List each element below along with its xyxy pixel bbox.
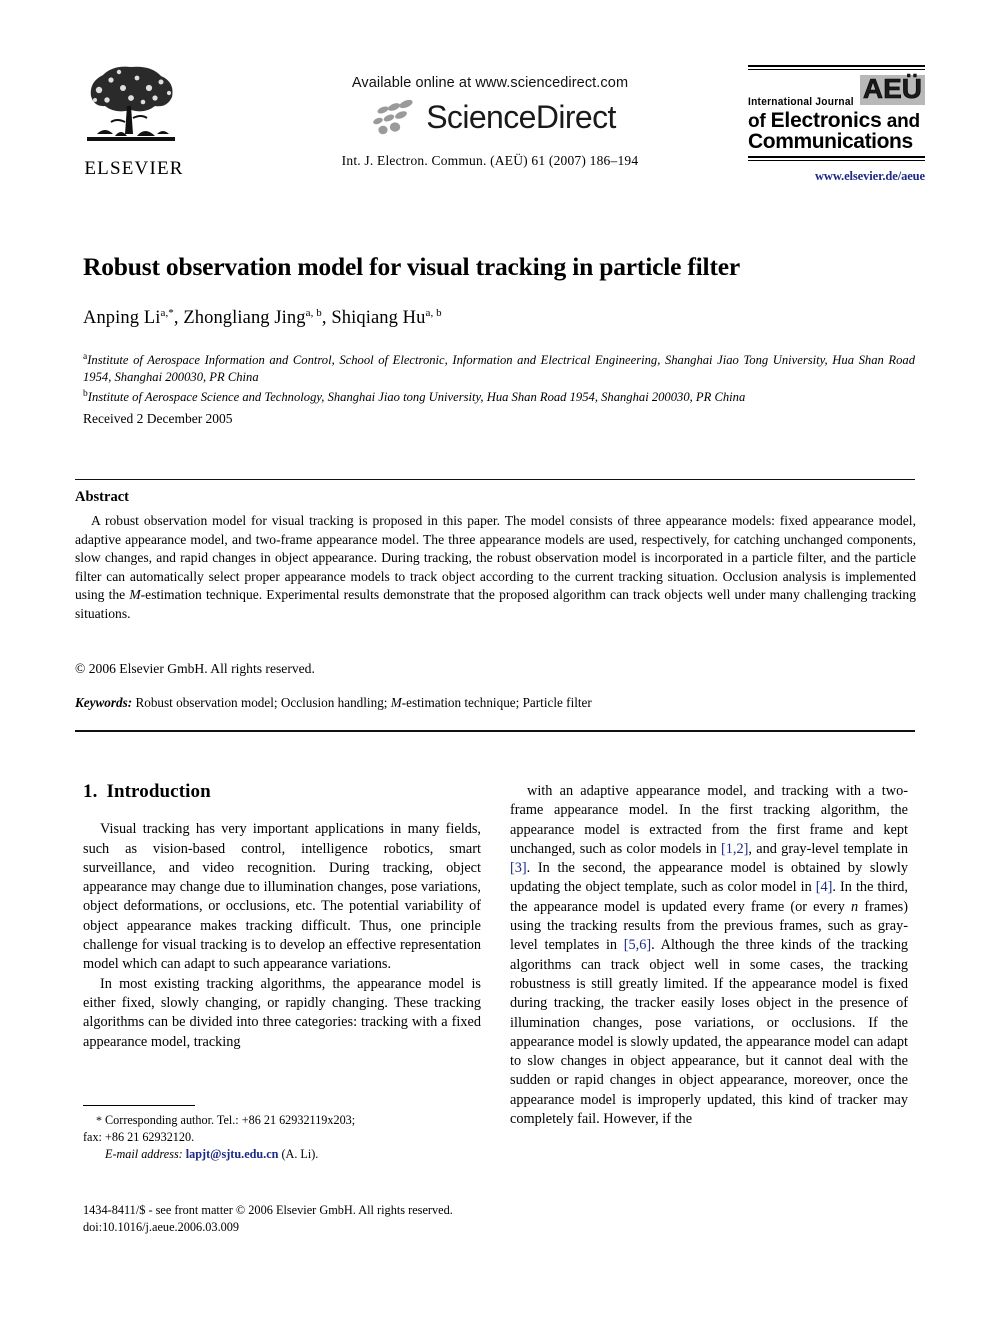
sciencedirect-block: Available online at www.sciencedirect.co… xyxy=(275,75,705,169)
keywords-label: Keywords: xyxy=(75,695,133,710)
journal-header: ELSEVIER Available online at www.science… xyxy=(75,55,925,205)
email-attribution: (A. Li). xyxy=(281,1147,319,1162)
body-column-left: 1. Introduction Visual tracking has very … xyxy=(83,782,481,1052)
imprint-block: 1434-8411/$ - see front matter © 2006 El… xyxy=(83,1202,483,1235)
aeu-and: and xyxy=(881,111,920,132)
received-date: Received 2 December 2005 xyxy=(83,411,233,426)
aeu-bottom-rule xyxy=(748,156,925,161)
sciencedirect-logo: ScienceDirect xyxy=(275,97,705,137)
author-affiliation-marker: a, b xyxy=(425,307,442,319)
abstract-heading: Abstract xyxy=(75,489,129,505)
citation-link[interactable]: [4] xyxy=(816,879,833,895)
affiliations: aInstitute of Aerospace Information and … xyxy=(83,349,915,406)
aeu-badge: AEÜ xyxy=(859,74,925,105)
doi-line: doi:10.1016/j.aeue.2006.03.009 xyxy=(83,1219,240,1234)
affiliation-marker: a xyxy=(83,352,88,362)
elsevier-logo: ELSEVIER xyxy=(75,60,193,180)
author-name: Shiqiang Hu xyxy=(331,308,426,329)
author-name: Anping Li xyxy=(83,308,161,329)
fax-line: fax: +86 21 62932120. xyxy=(83,1129,195,1144)
citation-link[interactable]: [1,2] xyxy=(721,841,748,857)
abstract-top-divider xyxy=(75,479,915,480)
body-column-right: with an adaptive appearance model, and t… xyxy=(510,782,908,1129)
email-link[interactable]: lapjt@sjtu.edu.cn xyxy=(186,1147,279,1161)
italic-term: n xyxy=(851,898,859,915)
sciencedirect-wordmark: ScienceDirect xyxy=(426,98,616,135)
author-affiliation-marker: a, b xyxy=(305,307,322,319)
section-number: 1. xyxy=(83,781,98,802)
footnote-divider xyxy=(83,1105,195,1106)
section-title: Introduction xyxy=(106,781,211,802)
abstract-italic-term: M xyxy=(129,587,141,603)
keywords-italic-term: M xyxy=(390,695,402,710)
paragraph: with an adaptive appearance model, and t… xyxy=(510,783,909,1128)
aeu-journal-logo: AEÜ International Journal of Electronics… xyxy=(748,65,925,184)
keywords-bottom-divider xyxy=(75,730,915,732)
aeu-top-rule xyxy=(748,65,925,70)
corresponding-author-line: * Corresponding author. Tel.: +86 21 629… xyxy=(83,1112,481,1129)
corresponding-author-text: Corresponding author. Tel.: +86 21 62932… xyxy=(102,1113,356,1127)
author-affiliation-marker: a,* xyxy=(160,307,174,319)
abstract-copyright: © 2006 Elsevier GmbH. All rights reserve… xyxy=(75,661,315,676)
sciencedirect-swoosh-icon xyxy=(373,99,413,135)
affiliation-marker: b xyxy=(83,389,88,400)
paragraph: Visual tracking has very important appli… xyxy=(83,821,481,973)
section-heading-introduction: 1. Introduction xyxy=(83,782,481,801)
aeu-of: of xyxy=(748,111,771,132)
email-line: E-mail address: lapjt@sjtu.edu.cn (A. Li… xyxy=(83,1146,481,1163)
affiliation: bInstitute of Aerospace Science and Tech… xyxy=(83,389,746,405)
email-label: E-mail address: xyxy=(105,1147,183,1162)
available-online-text: Available online at www.sciencedirect.co… xyxy=(351,75,629,91)
author-list: Anping Lia,*, Zhongliang Jinga, b, Shiqi… xyxy=(83,307,442,329)
journal-citation: Int. J. Electron. Commun. (AEÜ) 61 (2007… xyxy=(341,153,639,168)
citation-link[interactable]: [5,6] xyxy=(624,937,651,953)
aeu-electronics: Electronics xyxy=(770,109,882,132)
affiliation: aInstitute of Aerospace Information and … xyxy=(83,352,915,385)
issn-line: 1434-8411/$ - see front matter © 2006 El… xyxy=(83,1203,453,1217)
abstract-text: A robust observation model for visual tr… xyxy=(75,513,916,621)
aeu-url-link[interactable]: www.elsevier.de/aeue xyxy=(748,169,925,184)
page-title: Robust observation model for visual trac… xyxy=(83,252,740,281)
author-name: Zhongliang Jing xyxy=(183,308,306,329)
paper-page: ELSEVIER Available online at www.science… xyxy=(0,0,992,1323)
footnote-block: * Corresponding author. Tel.: +86 21 629… xyxy=(83,1105,481,1163)
citation-link[interactable]: [3] xyxy=(510,860,527,876)
elsevier-wordmark: ELSEVIER xyxy=(84,158,184,179)
aeu-title-line-3: Communications xyxy=(748,130,913,153)
elsevier-tree-icon xyxy=(87,66,175,141)
paragraph: In most existing tracking algorithms, th… xyxy=(83,975,481,1050)
aeu-international-journal-label: International Journal xyxy=(748,96,854,108)
keywords-line: Keywords: Robust observation model; Occl… xyxy=(75,695,592,710)
